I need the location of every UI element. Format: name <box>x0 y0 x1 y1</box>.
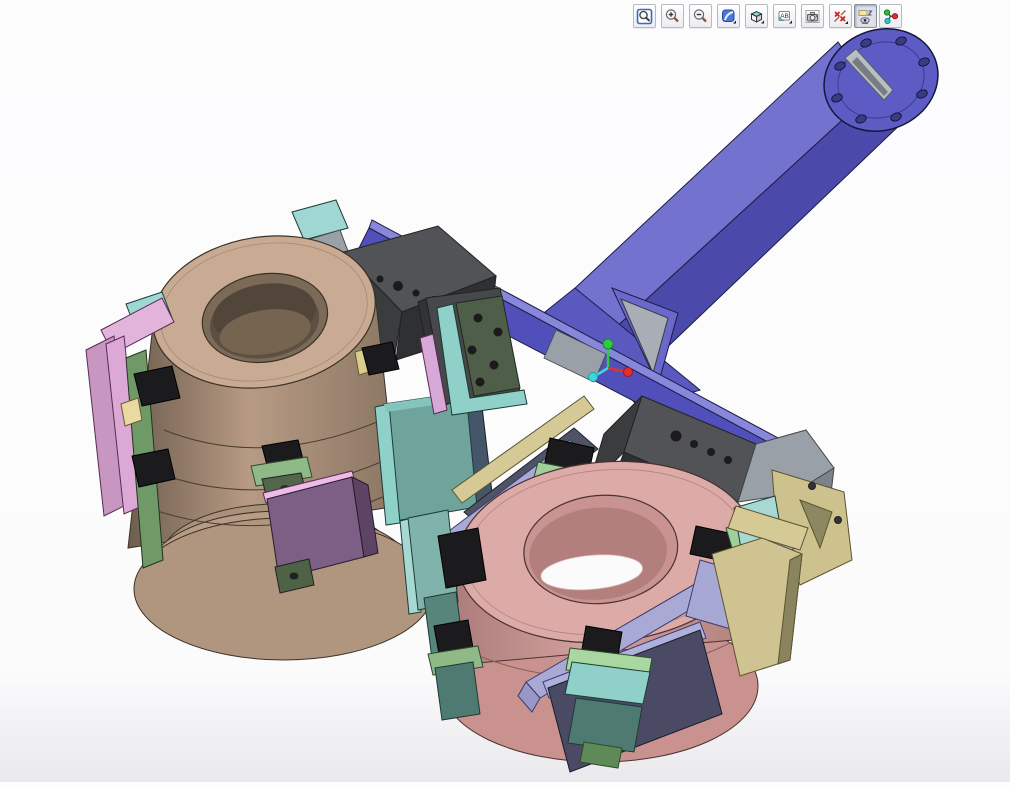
triad-spheres-icon <box>883 8 899 24</box>
magnifier-box-icon <box>636 8 653 24</box>
magnifier-minus-icon <box>693 8 707 22</box>
ab-tag-icon: AB <box>778 10 792 23</box>
snapshot-button[interactable] <box>801 4 824 28</box>
cad-viewport[interactable]: AB <box>0 0 1010 782</box>
annotation-button[interactable]: AB <box>773 4 796 28</box>
markup-visibility-button[interactable] <box>854 4 877 28</box>
viewport-canvas[interactable] <box>0 0 1010 782</box>
zoom-window-button[interactable] <box>633 4 656 28</box>
view-orientation-button[interactable] <box>745 4 768 28</box>
coordinate-triad-button[interactable] <box>879 4 902 28</box>
hide-dimensions-button[interactable] <box>829 4 852 28</box>
zoom-in-button[interactable] <box>661 4 684 28</box>
shaded-view-button[interactable] <box>717 4 740 28</box>
camera-icon <box>805 9 820 23</box>
blue-brush-square-icon <box>722 9 736 23</box>
cube-icon <box>750 10 764 23</box>
crossed-x-icon <box>834 9 848 24</box>
tag-eye-icon <box>858 9 873 24</box>
zoom-out-button[interactable] <box>689 4 712 28</box>
magnifier-plus-icon <box>665 8 679 22</box>
view-toolbar: AB <box>633 4 902 28</box>
